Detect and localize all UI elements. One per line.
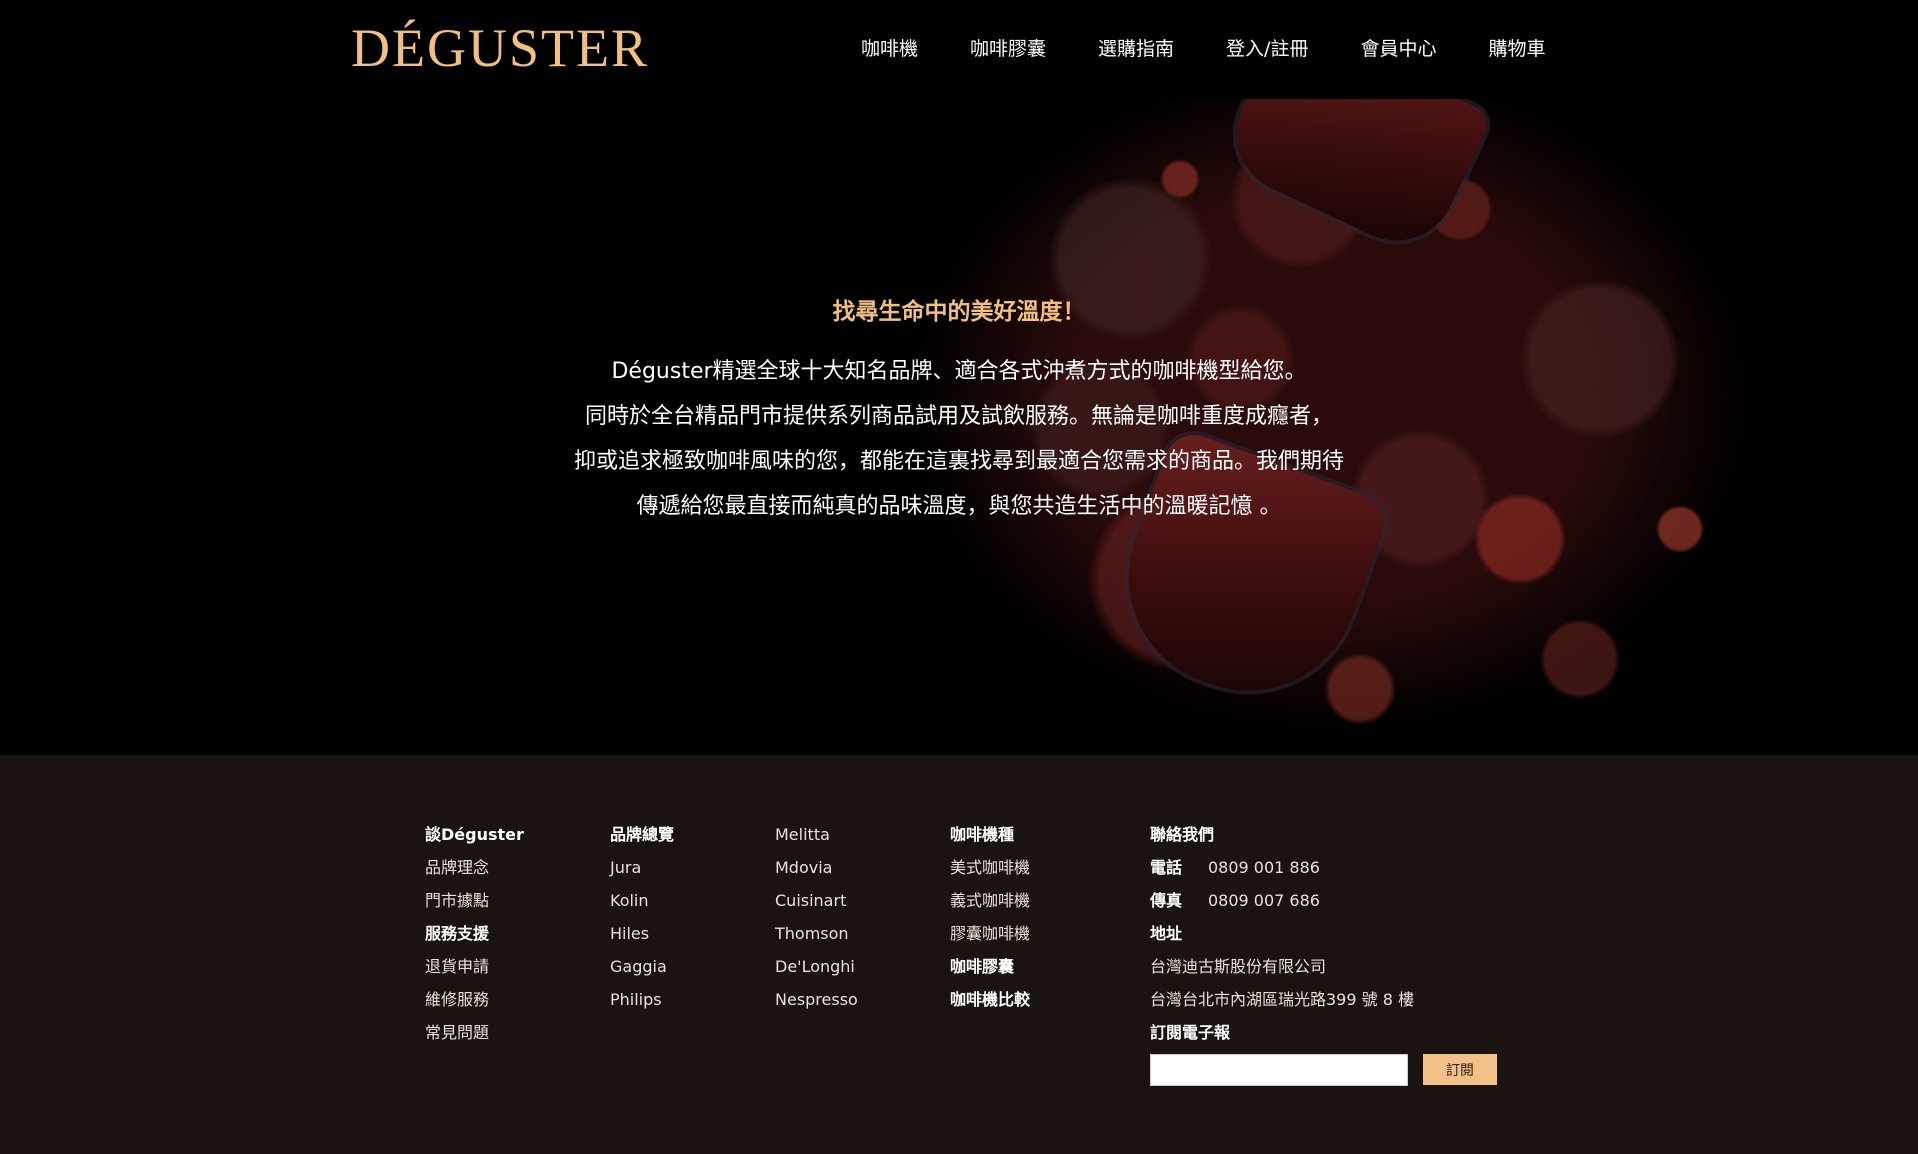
hero-banner: 找尋生命中的美好溫度！ Déguster精選全球十大知名品牌、適合各式沖煮方式的… <box>0 99 1918 755</box>
company-name: 台灣迪古斯股份有限公司 <box>1150 957 1327 976</box>
hero-line: 抑或追求極致咖啡風味的您，都能在這裏找尋到最適合您需求的商品。我們期待 <box>573 449 1344 474</box>
main-nav: 咖啡機 咖啡膠囊 選購指南 登入/註冊 會員中心 購物車 <box>861 36 1545 62</box>
nav-buying-guide[interactable]: 選購指南 <box>1098 36 1174 62</box>
footer-brand-link[interactable]: Mdovia <box>775 851 858 884</box>
footer-brand-link[interactable]: Gaggia <box>610 950 674 983</box>
hero-line: Déguster精選全球十大知名品牌、適合各式沖煮方式的咖啡機型給您。 <box>611 359 1307 384</box>
nav-login-register[interactable]: 登入/註冊 <box>1226 36 1308 62</box>
company-address: 台灣台北市內湖區瑞光路399 號 8 樓 <box>1150 990 1414 1009</box>
footer-link-faq[interactable]: 常見問題 <box>425 1016 524 1049</box>
footer-brands-column-2: Melitta Mdovia Cuisinart Thomson De'Long… <box>775 818 858 1016</box>
phone-label: 電話 <box>1150 858 1183 877</box>
newsletter-form: 訂閱 <box>1150 1054 1497 1086</box>
fax-value: 0809 007 686 <box>1208 891 1320 910</box>
footer-fax: 傳真 0809 007 686 <box>1150 884 1414 917</box>
footer-brand-link[interactable]: De'Longhi <box>775 950 858 983</box>
nav-coffee-capsules[interactable]: 咖啡膠囊 <box>970 36 1046 62</box>
footer-phone: 電話 0809 001 886 <box>1150 851 1414 884</box>
nav-coffee-machines[interactable]: 咖啡機 <box>861 36 918 62</box>
logo[interactable]: DÉGUSTER <box>351 18 649 78</box>
footer-contact-heading: 聯絡我們 <box>1150 825 1215 844</box>
footer-brand-link[interactable]: Philips <box>610 983 674 1016</box>
footer-link-espresso-machine[interactable]: 義式咖啡機 <box>950 884 1030 917</box>
fax-label: 傳真 <box>1150 891 1183 910</box>
newsletter-email-input[interactable] <box>1150 1054 1408 1086</box>
footer-compare-heading[interactable]: 咖啡機比較 <box>950 983 1030 1016</box>
hero-description: Déguster精選全球十大知名品牌、適合各式沖煮方式的咖啡機型給您。 同時於全… <box>0 349 1918 529</box>
footer-link-returns[interactable]: 退貨申請 <box>425 950 524 983</box>
address-label: 地址 <box>1150 924 1183 943</box>
footer-service-support-heading[interactable]: 服務支援 <box>425 917 524 950</box>
footer-brand-link[interactable]: Thomson <box>775 917 858 950</box>
phone-value: 0809 001 886 <box>1208 858 1320 877</box>
footer-about-heading[interactable]: 談Déguster <box>425 818 524 851</box>
hero-line: 傳遞給您最直接而純真的品味溫度，與您共造生活中的溫暖記憶 。 <box>636 494 1282 519</box>
footer-link-store-locations[interactable]: 門市據點 <box>425 884 524 917</box>
subscribe-button[interactable]: 訂閱 <box>1423 1054 1497 1085</box>
footer-link-repair[interactable]: 維修服務 <box>425 983 524 1016</box>
footer-contact-column: 聯絡我們 電話 0809 001 886 傳真 0809 007 686 地址 台灣… <box>1150 818 1414 1049</box>
hero-title: 找尋生命中的美好溫度！ <box>832 299 1086 325</box>
site-footer: 談Déguster 品牌理念 門市據點 服務支援 退貨申請 維修服務 常見問題 … <box>0 755 1918 1154</box>
hero-line: 同時於全台精品門市提供系列商品試用及試飲服務。無論是咖啡重度成癮者， <box>584 404 1333 429</box>
footer-link-capsule-machine[interactable]: 膠囊咖啡機 <box>950 917 1030 950</box>
footer-machines-column: 咖啡機種 美式咖啡機 義式咖啡機 膠囊咖啡機 咖啡膠囊 咖啡機比較 <box>950 818 1030 1016</box>
footer-brand-link[interactable]: Kolin <box>610 884 674 917</box>
nav-cart[interactable]: 購物車 <box>1488 36 1545 62</box>
footer-brand-link[interactable]: Nespresso <box>775 983 858 1016</box>
newsletter-label: 訂閱電子報 <box>1150 1023 1231 1042</box>
footer-brands-column: 品牌總覽 Jura Kolin Hiles Gaggia Philips <box>610 818 674 1016</box>
footer-link-american-coffee-machine[interactable]: 美式咖啡機 <box>950 851 1030 884</box>
footer-brand-link[interactable]: Melitta <box>775 818 858 851</box>
footer-about-column: 談Déguster 品牌理念 門市據點 服務支援 退貨申請 維修服務 常見問題 <box>425 818 524 1049</box>
site-header: DÉGUSTER 咖啡機 咖啡膠囊 選購指南 登入/註冊 會員中心 購物車 <box>0 0 1918 99</box>
footer-capsules-heading[interactable]: 咖啡膠囊 <box>950 950 1030 983</box>
footer-brands-heading[interactable]: 品牌總覽 <box>610 818 674 851</box>
footer-machines-heading[interactable]: 咖啡機種 <box>950 818 1030 851</box>
footer-link-brand-concept[interactable]: 品牌理念 <box>425 851 524 884</box>
nav-member-center[interactable]: 會員中心 <box>1360 36 1436 62</box>
footer-brand-link[interactable]: Jura <box>610 851 674 884</box>
footer-brand-link[interactable]: Hiles <box>610 917 674 950</box>
footer-brand-link[interactable]: Cuisinart <box>775 884 858 917</box>
